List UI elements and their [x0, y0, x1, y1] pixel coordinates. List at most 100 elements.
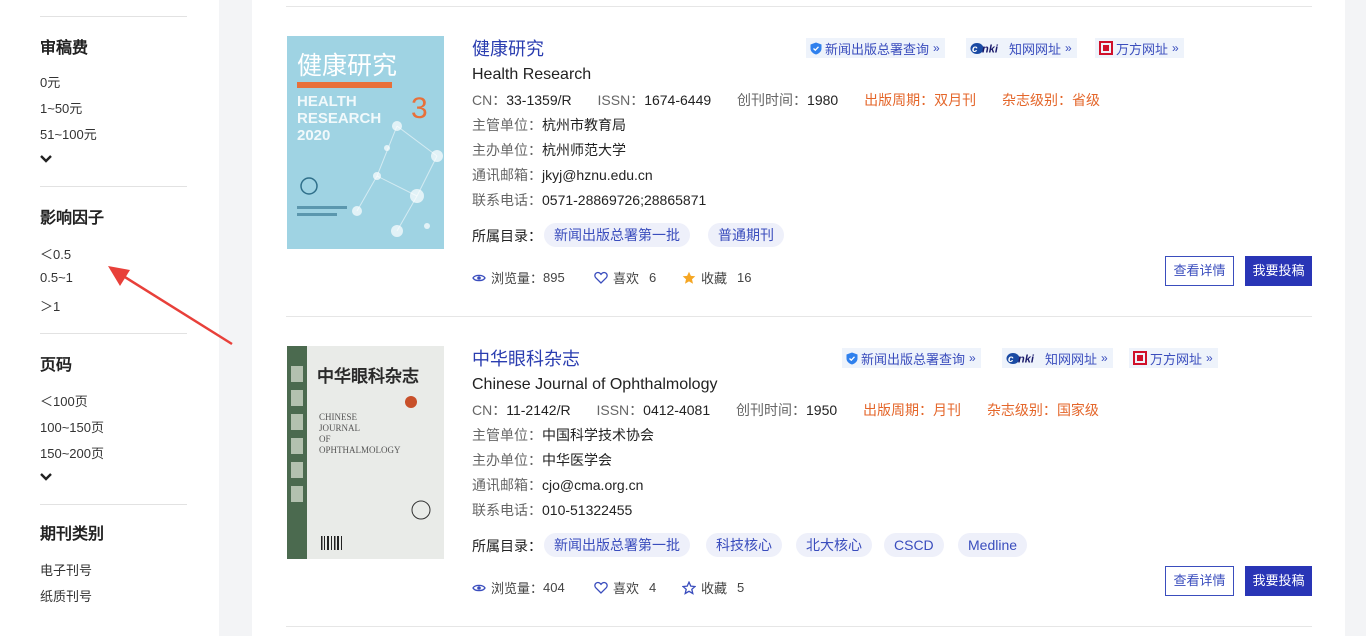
- supervisor-label: 主管单位：: [472, 427, 542, 443]
- shield-icon: [846, 352, 858, 364]
- divider: [40, 186, 187, 187]
- cnki-link[interactable]: c nki 知网网址»: [966, 38, 1077, 58]
- view-details-button[interactable]: 查看详情: [1165, 256, 1234, 286]
- link-label: 万方网址: [1116, 41, 1169, 57]
- gapp-query-link[interactable]: 新闻出版总署查询»: [806, 38, 945, 58]
- cn-label: CN：: [472, 402, 507, 418]
- filter-option[interactable]: 1~50元: [40, 98, 82, 117]
- svg-text:nki: nki: [1018, 353, 1035, 365]
- phone-value: 010-51322455: [542, 502, 633, 518]
- cover-text: HEALTH: [297, 93, 357, 110]
- period-label: 出版周期：: [864, 92, 935, 108]
- double-chevron-right-icon: »: [1065, 41, 1072, 55]
- star-filled-icon: [682, 271, 696, 284]
- journal-meta-row: CN：11-2142/R ISSN：0412-4081 创刊时间：1950 出版…: [472, 400, 1099, 420]
- catalog-tag[interactable]: CSCD: [884, 533, 944, 557]
- period-value: 双月刊: [934, 92, 977, 108]
- filter-title: 期刊类别: [40, 526, 105, 543]
- eye-icon: [472, 274, 486, 281]
- phone-label: 联系电话：: [472, 502, 542, 518]
- link-label: 万方网址: [1150, 351, 1203, 367]
- cnki-link[interactable]: c nki 知网网址»: [1002, 348, 1113, 368]
- favorite-button[interactable]: 收藏 16: [682, 268, 751, 287]
- journal-meta-row: CN：33-1359/R ISSN：1674-6449 创刊时间：1980 出版…: [472, 90, 1100, 110]
- supervisor-label: 主管单位：: [472, 117, 542, 133]
- submit-manuscript-button[interactable]: 我要投稿: [1245, 256, 1312, 286]
- filter-title: 审稿费: [40, 40, 89, 57]
- favorites-label: 收藏: [701, 581, 728, 596]
- filter-option[interactable]: ＜0.5: [40, 244, 71, 263]
- catalog-tag[interactable]: 新闻出版总署第一批: [544, 533, 690, 557]
- sponsor-row: 主办单位：杭州师范大学: [472, 140, 626, 160]
- wanfang-link[interactable]: 万方网址»: [1129, 348, 1218, 368]
- double-chevron-right-icon: »: [1101, 351, 1108, 365]
- filter-option[interactable]: 100~150页: [40, 417, 104, 436]
- cover-title: 中华眼科杂志: [317, 366, 419, 387]
- email-row: 通讯邮箱：jkyj@hznu.edu.cn: [472, 165, 653, 185]
- issn-value: 0412-4081: [643, 402, 711, 418]
- filter-option[interactable]: 电子刊号: [40, 560, 92, 579]
- chevron-down-icon[interactable]: [40, 472, 52, 482]
- email-value: cjo@cma.org.cn: [542, 477, 644, 493]
- journal-title[interactable]: 健康研究: [472, 35, 544, 61]
- catalog-tag[interactable]: Medline: [958, 533, 1028, 557]
- views-stat: 浏览量： 404: [472, 578, 565, 597]
- views-count: 895: [543, 270, 565, 285]
- chevron-down-icon[interactable]: [40, 154, 52, 164]
- views-stat: 浏览量： 895: [472, 268, 565, 287]
- catalog-tag[interactable]: 新闻出版总署第一批: [544, 223, 690, 247]
- issn-label: ISSN：: [596, 402, 644, 418]
- svg-text:c: c: [1008, 354, 1014, 365]
- catalog-label: 所属目录：: [472, 228, 542, 244]
- wanfang-logo-icon: [1099, 41, 1113, 55]
- filter-option[interactable]: 0元: [40, 72, 60, 91]
- journal-list: 健康研究 HEALTH RESEARCH 2020 3 健康研究 新闻出版总署查…: [252, 0, 1345, 636]
- filter-option[interactable]: 51~100元: [40, 124, 97, 143]
- catalog-tag[interactable]: 普通期刊: [708, 223, 784, 247]
- cn-value: 33-1359/R: [506, 92, 572, 108]
- annotation-arrow: [108, 266, 233, 346]
- sponsor-label: 主办单位：: [472, 142, 542, 158]
- journal-cover-image[interactable]: 中华眼科杂志 CHINESE JOURNAL OF OPHTHALMOLOGY: [287, 346, 444, 559]
- catalog-tag[interactable]: 科技核心: [706, 533, 782, 557]
- link-label: 新闻出版总署查询: [825, 41, 930, 57]
- cover-title: 健康研究: [297, 51, 397, 80]
- likes-label: 喜欢: [613, 271, 640, 286]
- filter-option[interactable]: ＜100页: [40, 391, 88, 410]
- supervisor-row: 主管单位：中国科学技术协会: [472, 425, 654, 445]
- views-count: 404: [543, 580, 565, 595]
- views-label: 浏览量：: [491, 271, 544, 286]
- filter-title: 影响因子: [40, 210, 105, 227]
- phone-row: 联系电话：010-51322455: [472, 500, 632, 520]
- link-label: 知网网址: [1045, 351, 1098, 367]
- catalog-tag[interactable]: 北大核心: [796, 533, 872, 557]
- journal-cover-image[interactable]: 健康研究 HEALTH RESEARCH 2020 3: [287, 36, 444, 249]
- double-chevron-right-icon: »: [1172, 41, 1179, 55]
- cover-text: OPHTHALMOLOGY: [319, 445, 401, 455]
- views-label: 浏览量：: [491, 581, 544, 596]
- divider: [40, 504, 187, 505]
- phone-value: 0571-28869726;28865871: [542, 192, 707, 208]
- gapp-query-link[interactable]: 新闻出版总署查询»: [842, 348, 981, 368]
- favorite-button[interactable]: 收藏 5: [682, 578, 744, 597]
- phone-label: 联系电话：: [472, 192, 542, 208]
- filter-option[interactable]: ＞1: [40, 296, 60, 315]
- filter-option[interactable]: 150~200页: [40, 443, 104, 462]
- email-value: jkyj@hznu.edu.cn: [542, 167, 653, 183]
- cn-value: 11-2142/R: [506, 402, 571, 418]
- svg-text:nki: nki: [982, 43, 999, 55]
- journal-title[interactable]: 中华眼科杂志: [472, 345, 580, 371]
- period-value: 月刊: [933, 402, 962, 418]
- filter-option[interactable]: 纸质刊号: [40, 586, 92, 605]
- filter-option[interactable]: 0.5~1: [40, 270, 73, 285]
- submit-manuscript-button[interactable]: 我要投稿: [1245, 566, 1312, 596]
- view-details-button[interactable]: 查看详情: [1165, 566, 1234, 596]
- level-label: 杂志级别：: [1001, 92, 1072, 108]
- link-label: 知网网址: [1009, 41, 1062, 57]
- wanfang-link[interactable]: 万方网址»: [1095, 38, 1184, 58]
- supervisor-row: 主管单位：杭州市教育局: [472, 115, 626, 135]
- favorites-label: 收藏: [701, 271, 728, 286]
- like-button[interactable]: 喜欢 4: [594, 578, 656, 597]
- like-button[interactable]: 喜欢 6: [594, 268, 656, 287]
- cn-label: CN：: [472, 92, 507, 108]
